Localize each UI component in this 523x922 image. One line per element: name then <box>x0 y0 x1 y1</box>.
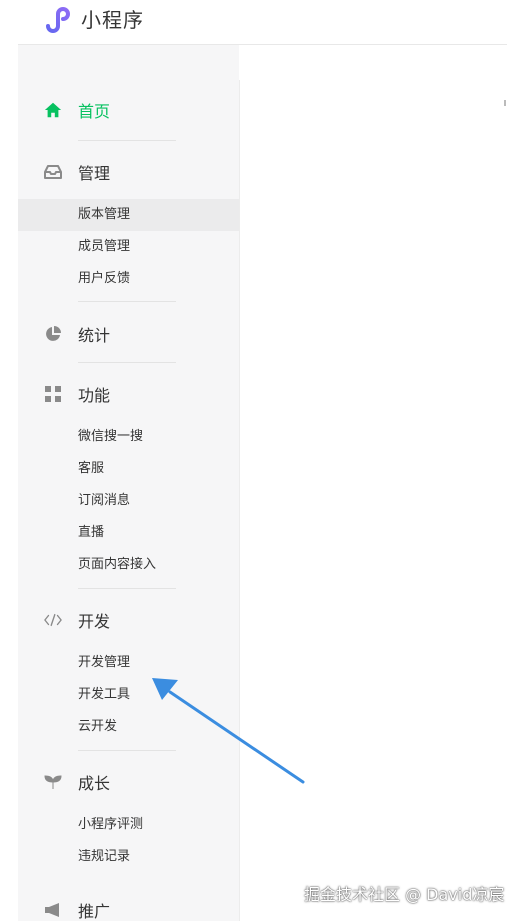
sidebar-item-violation-records[interactable]: 违规记录 <box>78 848 130 866</box>
top-bar: 小程序 <box>0 0 523 44</box>
megaphone-icon <box>44 901 62 919</box>
inbox-icon <box>44 163 62 181</box>
sidebar-item-label: 首页 <box>78 102 111 121</box>
sidebar-section-label: 推广 <box>78 902 111 921</box>
sidebar-section-promo[interactable]: 推广 <box>44 898 110 922</box>
sidebar-item-version-management[interactable]: 版本管理 <box>78 206 130 224</box>
sidebar-item-page-content-access[interactable]: 页面内容接入 <box>78 556 156 574</box>
sidebar-section-manage[interactable]: 管理 <box>44 160 110 184</box>
sidebar-item-cloud-dev[interactable]: 云开发 <box>78 718 117 736</box>
divider <box>78 140 176 141</box>
sidebar-item-miniprogram-review[interactable]: 小程序评测 <box>78 816 143 834</box>
miniprogram-logo-icon <box>46 7 70 33</box>
sidebar-section-label: 成长 <box>78 774 111 793</box>
app-title: 小程序 <box>81 8 144 32</box>
watermark: 掘金技术社区 @ David凉宸 <box>304 885 505 904</box>
sprout-icon <box>44 773 62 791</box>
sidebar-item-home[interactable]: 首页 <box>44 98 110 122</box>
sidebar-section-label: 管理 <box>78 164 111 183</box>
code-icon <box>44 611 62 629</box>
sidebar-section-stats[interactable]: 统计 <box>44 322 110 346</box>
divider <box>78 301 176 302</box>
sidebar-section-label: 开发 <box>78 612 111 631</box>
sidebar-section-dev[interactable]: 开发 <box>44 608 110 632</box>
sidebar-item-dev-management[interactable]: 开发管理 <box>78 654 130 672</box>
sidebar-item-member-management[interactable]: 成员管理 <box>78 238 130 256</box>
sidebar-item-dev-tools[interactable]: 开发工具 <box>78 686 130 704</box>
sidebar-section-label: 功能 <box>78 386 111 405</box>
annotation-arrow-icon <box>152 678 305 784</box>
right-edge <box>507 0 523 921</box>
sidebar-section-growth[interactable]: 成长 <box>44 770 110 794</box>
sidebar-section-label: 统计 <box>78 326 111 345</box>
sidebar-item-user-feedback[interactable]: 用户反馈 <box>78 270 130 288</box>
divider <box>78 588 176 589</box>
sidebar-item-subscription-messages[interactable]: 订阅消息 <box>78 492 130 510</box>
pie-chart-icon <box>44 325 62 343</box>
main-content <box>240 45 507 921</box>
sidebar-item-customer-service[interactable]: 客服 <box>78 460 104 478</box>
grid-icon <box>44 385 62 403</box>
sidebar-section-features[interactable]: 功能 <box>44 382 110 406</box>
home-icon <box>44 101 62 119</box>
main-content-mark <box>504 100 506 106</box>
sidebar-item-live[interactable]: 直播 <box>78 524 104 542</box>
sidebar-item-wechat-search[interactable]: 微信搜一搜 <box>78 428 143 446</box>
divider <box>78 362 176 363</box>
